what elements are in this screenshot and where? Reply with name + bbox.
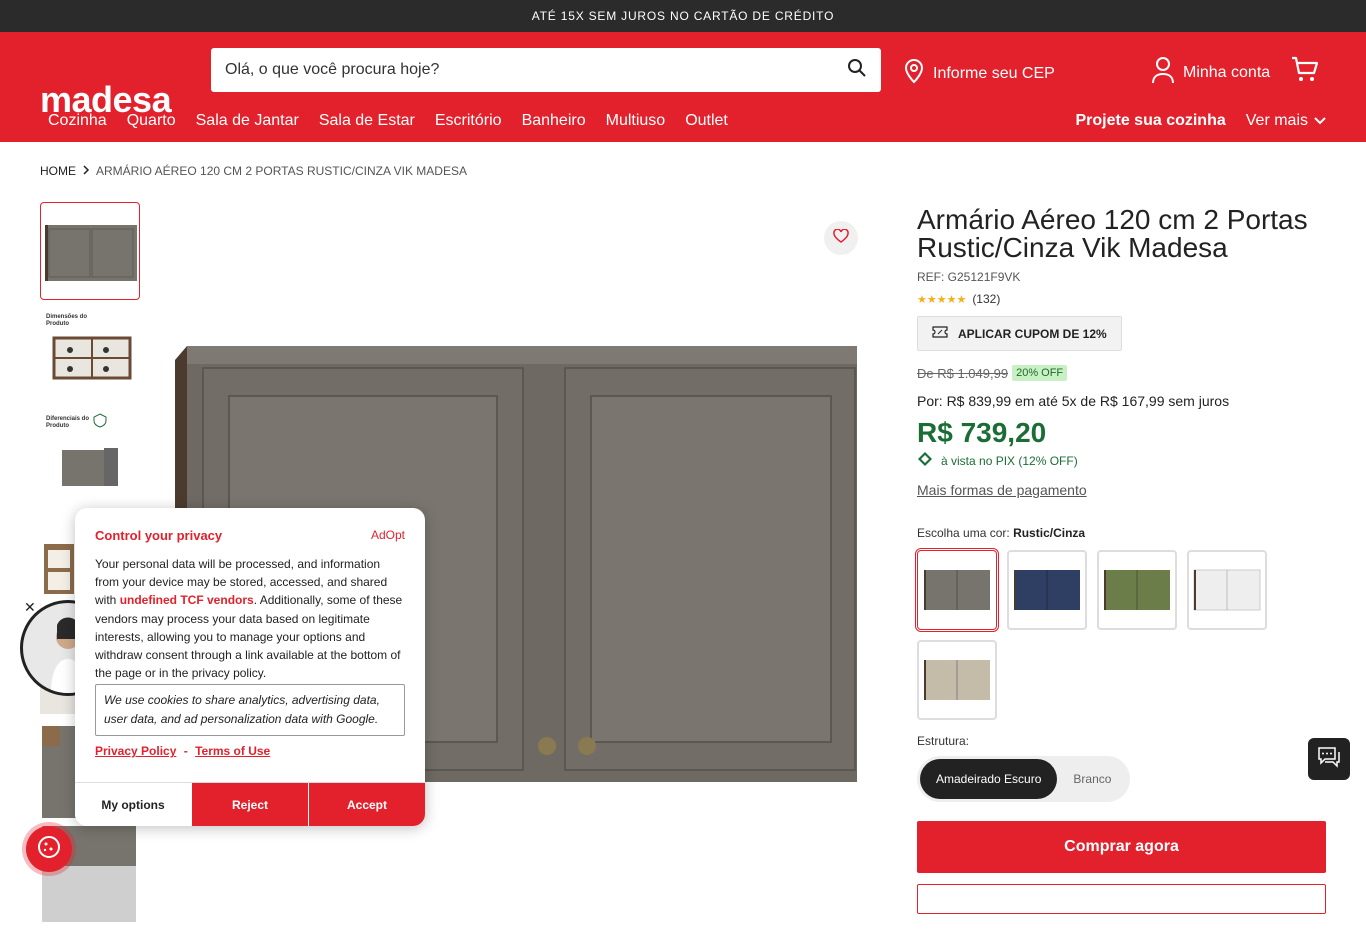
structure-label: Estrutura:	[917, 734, 970, 748]
account-label: Minha conta	[1183, 63, 1271, 81]
thumbnail-3[interactable]: Diferenciais do Produto	[40, 410, 140, 508]
terms-of-use-link[interactable]: Terms of Use	[195, 744, 270, 758]
nav-item-quarto[interactable]: Quarto	[127, 112, 176, 130]
privacy-body: Your personal data will be processed, an…	[75, 543, 425, 682]
cookie-settings-button[interactable]	[26, 826, 72, 872]
structure-option-white[interactable]: Branco	[1057, 759, 1127, 799]
privacy-header: Control your privacy AdOpt	[75, 508, 425, 543]
rating-stars-icon: ★★★★★	[917, 293, 967, 306]
nav-item-multiuso[interactable]: Multiuso	[606, 112, 666, 130]
nav-item-escritorio[interactable]: Escritório	[435, 112, 502, 130]
promo-bar: ATÉ 15X SEM JUROS NO CARTÃO DE CRÉDITO	[0, 0, 1366, 32]
breadcrumb-home[interactable]: HOME	[40, 164, 76, 178]
product-title: Armário Aéreo 120 cm 2 Portas Rustic/Cin…	[917, 204, 1308, 263]
nav-item-cozinha[interactable]: Cozinha	[48, 112, 107, 130]
wishlist-button[interactable]	[824, 221, 858, 255]
buy-now-button[interactable]: Comprar agora	[917, 821, 1326, 873]
color-label-prefix: Escolha uma cor:	[917, 526, 1010, 540]
rating-count: (132)	[972, 292, 1001, 306]
nav-item-sala-de-jantar[interactable]: Sala de Jantar	[196, 112, 299, 130]
swatch-blue[interactable]	[1007, 550, 1087, 630]
thumbnail-1[interactable]	[40, 202, 140, 300]
secondary-buy-button[interactable]	[917, 884, 1326, 914]
tcf-vendors-link[interactable]: undefined TCF vendors	[120, 593, 254, 607]
adopt-brand[interactable]: AdOpt	[371, 528, 405, 543]
nav-more-label: Ver mais	[1245, 112, 1308, 129]
ticket-icon	[932, 326, 948, 341]
discount-badge: 20% OFF	[1012, 365, 1068, 381]
my-options-button[interactable]: My options	[75, 783, 191, 826]
category-nav: Cozinha Quarto Sala de Jantar Sala de Es…	[48, 112, 728, 130]
privacy-links: Privacy Policy - Terms of Use	[75, 736, 425, 766]
nav-right: Projete sua cozinha Ver mais	[1075, 112, 1326, 130]
privacy-title: Control your privacy	[95, 528, 223, 543]
promo-text: ATÉ 15X SEM JUROS NO CARTÃO DE CRÉDITO	[531, 9, 835, 23]
swatch-white[interactable]	[1187, 550, 1267, 630]
thumbnail-2[interactable]: Dimensões do Produto	[40, 306, 140, 404]
nav-item-banheiro[interactable]: Banheiro	[522, 112, 586, 130]
user-icon	[1151, 56, 1175, 89]
privacy-consent-dialog: Control your privacy AdOpt Your personal…	[75, 508, 425, 826]
nav-more[interactable]: Ver mais	[1246, 112, 1326, 130]
product-info: Armário Aéreo 120 cm 2 Portas Rustic/Cin…	[915, 204, 1327, 802]
installments-text: Por: R$ 839,99 em até 5x de R$ 167,99 se…	[917, 393, 1230, 409]
chat-icon	[1316, 745, 1342, 774]
breadcrumb: HOME ARMÁRIO AÉREO 120 CM 2 PORTAS RUSTI…	[40, 164, 467, 178]
apply-coupon-button[interactable]: APLICAR CUPOM DE 12%	[917, 316, 1122, 351]
structure-option-dark-wood[interactable]: Amadeirado Escuro	[920, 759, 1058, 799]
swatch-green[interactable]	[1097, 550, 1177, 630]
swatch-beige[interactable]	[917, 640, 997, 720]
privacy-buttons: My options Reject Accept	[75, 782, 425, 826]
search-input[interactable]: Olá, o que você procura hoje?	[211, 48, 881, 92]
color-label: Escolha uma cor: Rustic/Cinza	[917, 526, 1327, 540]
thumbnail-2-caption: Dimensões do Produto	[46, 314, 88, 327]
cart-icon[interactable]	[1290, 54, 1320, 89]
chevron-right-icon	[82, 164, 90, 178]
account-button[interactable]: Minha conta	[1151, 56, 1270, 89]
chevron-down-icon	[1314, 112, 1326, 130]
pix-price: R$ 739,20	[917, 417, 1047, 448]
cep-label: Informe seu CEP	[933, 64, 1055, 82]
cookie-icon	[36, 834, 62, 865]
reject-button[interactable]: Reject	[191, 783, 308, 826]
site-header: madesa Olá, o que você procura hoje? Inf…	[0, 32, 1366, 142]
links-separator: -	[183, 744, 188, 759]
heart-icon	[833, 227, 849, 248]
product-ref: REF: G25121F9VK	[917, 270, 1021, 284]
search-icon[interactable]	[847, 58, 867, 83]
location-pin-icon	[903, 58, 925, 89]
privacy-policy-link[interactable]: Privacy Policy	[95, 744, 176, 758]
chat-button[interactable]	[1308, 738, 1350, 780]
pix-note: à vista no PIX (12% OFF)	[917, 451, 1327, 470]
color-swatches	[915, 548, 1277, 720]
nav-project-kitchen[interactable]: Projete sua cozinha	[1075, 112, 1225, 130]
nav-item-outlet[interactable]: Outlet	[685, 112, 728, 130]
accept-button[interactable]: Accept	[308, 783, 425, 826]
breadcrumb-current: ARMÁRIO AÉREO 120 CM 2 PORTAS RUSTIC/CIN…	[96, 164, 467, 178]
old-price: De R$ 1.049,99	[917, 365, 1009, 381]
google-note-box: We use cookies to share analytics, adver…	[95, 684, 405, 737]
coupon-label: APLICAR CUPOM DE 12%	[958, 326, 1107, 341]
color-selected: Rustic/Cinza	[1013, 526, 1086, 540]
pix-note-text: à vista no PIX (12% OFF)	[941, 453, 1078, 468]
swatch-rustic-cinza[interactable]	[915, 548, 999, 632]
nav-item-sala-de-estar[interactable]: Sala de Estar	[319, 112, 415, 130]
structure-toggle: Amadeirado Escuro Branco	[917, 756, 1131, 802]
thumbnail-3-caption: Diferenciais do Produto	[46, 416, 90, 429]
pix-icon	[917, 451, 933, 470]
rating[interactable]: ★★★★★ (132)	[917, 292, 1327, 306]
cep-button[interactable]: Informe seu CEP	[903, 58, 1055, 89]
more-payment-link[interactable]: Mais formas de pagamento	[917, 482, 1327, 498]
search-placeholder: Olá, o que você procura hoje?	[225, 61, 440, 78]
old-price-row: De R$ 1.049,99 20% OFF	[917, 365, 1327, 381]
